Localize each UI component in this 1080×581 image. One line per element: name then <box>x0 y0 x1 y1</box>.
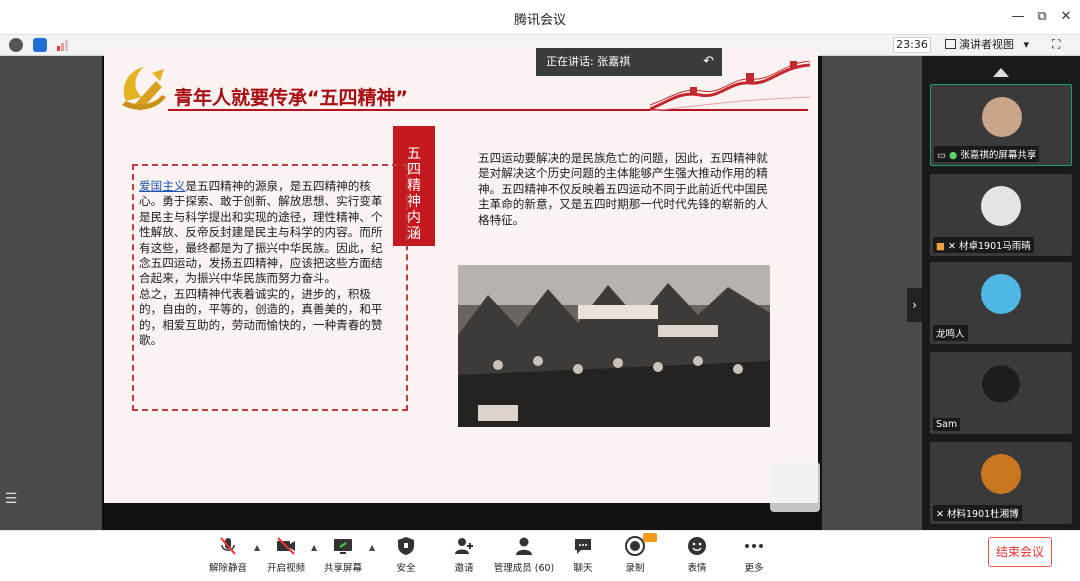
participant-sidebar: ▭ ● 张嘉祺的屏幕共享 ■ ✕ 材卓1901马雨晴 龙鸣人 Sam ✕ 材料1… <box>922 56 1080 530</box>
speaking-label: 正在讲话: 张嘉祺 <box>546 55 631 68</box>
participant-name: ✕ 材料1901杜湘博 <box>933 505 1022 521</box>
security-label: 安全 <box>396 563 416 574</box>
speaking-indicator: 正在讲话: 张嘉祺 ↶ <box>536 48 722 76</box>
left-paragraph: 爱国主义是五四精神的源泉，是五四精神的核心。勇于探索、敢于创新、解放思想、实行变… <box>139 179 389 348</box>
members-label: 管理成员 (60) <box>493 563 555 574</box>
add-user-icon <box>455 538 473 554</box>
presentation-slide: 青年人就要传承“五四精神” 五四精神内涵 爱国主义是五四精神的源泉，是五四精神的… <box>104 47 818 503</box>
users-icon <box>516 537 532 555</box>
camera-off-icon <box>277 537 295 555</box>
window-title: 腾讯会议 <box>513 13 566 28</box>
party-emblem-icon <box>122 67 166 111</box>
participant-name: ■ ✕ 材卓1901马雨晴 <box>933 237 1034 253</box>
chevron-up-icon[interactable]: ▲ <box>369 543 375 552</box>
screen-share-icon: ▭ <box>937 150 946 161</box>
participant-tile[interactable]: ■ ✕ 材卓1901马雨晴 <box>930 174 1072 256</box>
members-button[interactable]: 管理成员 (60) <box>492 535 556 574</box>
signal-icon[interactable] <box>56 38 70 52</box>
slide-title: 青年人就要传承“五四精神” <box>174 87 408 109</box>
user-icon: ■ <box>936 241 945 252</box>
mic-muted-icon: ✕ <box>948 241 956 252</box>
record-button[interactable]: 录制 <box>605 533 665 574</box>
mute-button[interactable]: 解除静音 <box>198 535 258 574</box>
participant-name: ▭ ● 张嘉祺的屏幕共享 <box>934 146 1040 162</box>
participant-tile[interactable]: ▭ ● 张嘉祺的屏幕共享 <box>930 84 1072 166</box>
more-icon <box>745 544 763 548</box>
participant-name: 龙鸣人 <box>933 325 968 341</box>
chat-button[interactable]: 聊天 <box>553 535 613 574</box>
slide-tag-text: 五四精神内涵 <box>407 146 421 242</box>
chat-label: 聊天 <box>573 563 593 574</box>
grid-icon <box>945 39 956 49</box>
shield-icon[interactable] <box>33 38 47 52</box>
participant-name: Sam <box>933 418 961 431</box>
meeting-clock: 23:36 <box>893 37 931 53</box>
mic-muted-icon <box>220 537 236 555</box>
invite-button[interactable]: 邀请 <box>434 535 494 574</box>
more-button[interactable]: 更多 <box>724 535 784 574</box>
avatar <box>981 186 1021 226</box>
minimize-button[interactable]: — <box>1007 7 1029 27</box>
video-button[interactable]: 开启视频 <box>256 535 316 574</box>
screen-share-icon <box>334 539 352 554</box>
historical-photo <box>458 265 770 427</box>
restore-button[interactable]: ⧉ <box>1031 7 1053 27</box>
chevron-down-icon: ▾ <box>1023 38 1030 51</box>
fullscreen-icon[interactable]: ⛶ <box>1052 37 1060 52</box>
shield-icon <box>398 537 414 555</box>
share-screen-button[interactable]: 共享屏幕 <box>313 535 373 574</box>
chat-icon <box>575 539 591 554</box>
view-mode-label: 演讲者视图 <box>959 38 1014 51</box>
view-mode-select[interactable]: 演讲者视图 ▾ <box>945 37 1041 53</box>
undo-icon[interactable]: ↶ <box>703 48 714 76</box>
crowd-photo-image <box>458 265 770 427</box>
highlighted-term: 爱国主义 <box>139 179 186 193</box>
chevron-up-icon[interactable] <box>993 68 1009 77</box>
avatar <box>982 97 1022 137</box>
emoji-icon <box>688 537 706 555</box>
more-label: 更多 <box>744 563 764 574</box>
avatar <box>981 364 1021 404</box>
info-icon[interactable] <box>9 38 23 52</box>
mic-muted-icon: ✕ <box>936 509 944 520</box>
share-label: 共享屏幕 <box>323 563 362 574</box>
record-label: 录制 <box>625 563 645 574</box>
video-label: 开启视频 <box>266 563 305 574</box>
left-paragraph-text-1: 是五四精神的源泉，是五四精神的核心。勇于探索、敢于创新、解放思想、实行变革是民主… <box>139 179 383 286</box>
title-bar: 腾讯会议 — ⧉ ✕ <box>0 0 1080 34</box>
mic-on-icon: ● <box>949 150 958 161</box>
close-button[interactable]: ✕ <box>1055 7 1077 27</box>
floating-control[interactable] <box>770 462 820 512</box>
list-icon[interactable]: ☰ <box>0 488 22 510</box>
stage-margin-left <box>0 56 102 530</box>
reactions-button[interactable]: 表情 <box>667 535 727 574</box>
meeting-toolbar: 解除静音 ▲ 开启视频 ▲ 共享屏幕 ▲ 安全 邀请 管理成员 (60) 聊天 … <box>0 530 1080 581</box>
reactions-label: 表情 <box>687 563 707 574</box>
chevron-right-icon[interactable]: › <box>907 288 922 322</box>
invite-label: 邀请 <box>454 563 474 574</box>
badge-icon <box>643 533 657 542</box>
avatar <box>981 454 1021 494</box>
participant-tile[interactable]: Sam <box>930 352 1072 434</box>
right-paragraph: 五四运动要解决的是民族危亡的问题，因此，五四精神就是对解决这个历史问题的主体能够… <box>478 151 768 227</box>
security-button[interactable]: 安全 <box>376 535 436 574</box>
participant-tile[interactable]: ✕ 材料1901杜湘博 <box>930 442 1072 524</box>
left-paragraph-text-2: 总之，五四精神代表着诚实的，进步的，积极的，自由的，平等的，创造的，真善美的，和… <box>139 286 383 348</box>
mute-label: 解除静音 <box>208 563 247 574</box>
participant-tile[interactable]: 龙鸣人 <box>930 262 1072 344</box>
avatar <box>981 274 1021 314</box>
end-meeting-button[interactable]: 结束会议 <box>988 537 1052 567</box>
